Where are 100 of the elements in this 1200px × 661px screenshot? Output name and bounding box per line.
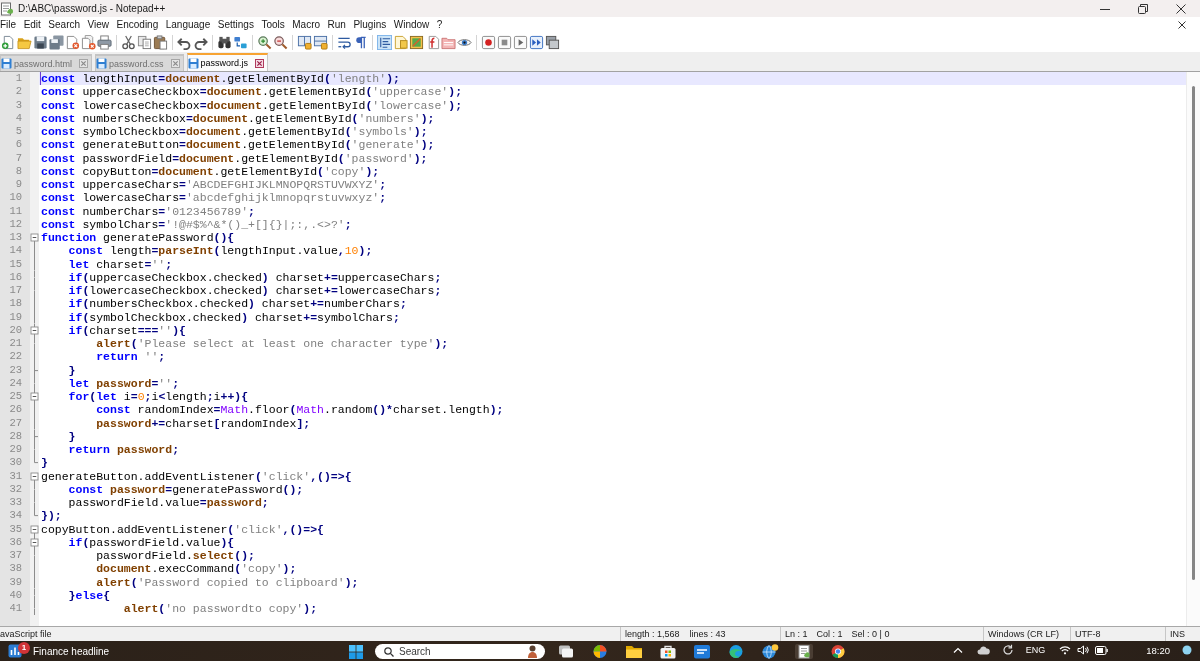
four-squares-icon[interactable] (349, 644, 363, 659)
code-line: if(symbolCheckbox.checked) charset+=symbolChars; (67, 310, 400, 324)
tab[interactable]: password.css (95, 54, 184, 71)
scissors-icon[interactable] (121, 35, 136, 50)
menu-item[interactable]: ? (436, 18, 443, 32)
app-tile-icon[interactable] (693, 644, 711, 659)
code-line: const uppercaseCheckbox=document.getElementById('uppercase'); (40, 85, 463, 99)
menu-item[interactable]: View (87, 18, 110, 32)
wifi-icon[interactable] (1059, 645, 1072, 655)
code-line: const uppercaseChars='ABCDEFGHIJKLMNOPQRSTUVWXYZ'; (40, 178, 387, 192)
close-icon[interactable] (1176, 3, 1186, 14)
line-number: 32 (9, 482, 22, 496)
picture-frame-icon[interactable] (409, 35, 424, 50)
collapse-icon[interactable] (30, 469, 39, 483)
line-number: 28 (9, 429, 22, 443)
binoculars-icon[interactable] (217, 35, 232, 50)
close-icon[interactable] (1178, 21, 1186, 29)
indent-guide-icon[interactable] (377, 35, 392, 50)
menu-item[interactable]: Window (393, 18, 430, 32)
collapse-icon[interactable] (30, 231, 39, 245)
collapse-icon[interactable] (30, 323, 39, 337)
file-close-icon[interactable] (65, 35, 80, 50)
zoom-out-icon[interactable] (273, 35, 288, 50)
copy-icon[interactable] (137, 35, 152, 50)
line-number: 30 (9, 456, 22, 470)
line-number: 4 (15, 111, 22, 125)
menu-item[interactable]: Language (165, 18, 211, 32)
line-number: 18 (9, 297, 22, 311)
line-number: 13 (9, 231, 22, 245)
menu-item[interactable]: Encoding (116, 18, 159, 32)
ring-browser-icon[interactable] (829, 644, 847, 659)
round-badge-icon[interactable] (1182, 645, 1192, 655)
menu-item[interactable]: Settings (217, 18, 254, 32)
code-line: const symbolChars='!@#$%^&*()_+[]{}|;:,.<>?'; (40, 217, 352, 231)
menu-item[interactable]: Macro (292, 18, 321, 32)
code-line: } (67, 429, 76, 443)
zoom-in-icon[interactable] (257, 35, 272, 50)
battery-icon[interactable] (1095, 645, 1109, 655)
play-icon[interactable] (513, 35, 528, 50)
colorful-swirl-icon[interactable] (591, 644, 609, 659)
clipboard-icon[interactable] (153, 35, 168, 50)
code-line: passwordField.value=password; (67, 496, 269, 510)
scrollbar-track[interactable] (1186, 72, 1200, 626)
tab[interactable]: password.html (0, 54, 93, 71)
menu-item[interactable]: Plugins (353, 18, 387, 32)
menu-item[interactable]: File (0, 18, 17, 32)
folder-icon[interactable] (625, 644, 643, 659)
collapse-icon[interactable] (30, 390, 39, 404)
split-horizontal-icon[interactable] (313, 35, 328, 50)
collapse-icon[interactable] (30, 522, 39, 536)
code-line: if(uppercaseCheckbox.checked) charset+=uppercaseChars; (67, 270, 442, 284)
code-line: alert('Password copied to clipboard'); (95, 575, 359, 589)
chevron-up-icon[interactable] (952, 646, 963, 654)
speaker-icon[interactable] (1077, 645, 1090, 655)
tab[interactable]: password.js (186, 53, 269, 71)
floppy-disks-icon[interactable] (49, 35, 64, 50)
menu-item[interactable]: Search (48, 18, 81, 32)
document-map-icon[interactable] (393, 35, 408, 50)
globe-badge-icon[interactable] (761, 644, 779, 659)
code-line: alert('Please select at least one character type'); (95, 337, 449, 351)
files-close-icon[interactable] (81, 35, 96, 50)
restore-icon[interactable] (1138, 3, 1148, 14)
replace-icon[interactable] (233, 35, 248, 50)
fast-forward-icon[interactable] (529, 35, 544, 50)
shopping-bag-icon[interactable] (659, 644, 677, 659)
menu-item[interactable]: Tools (261, 18, 285, 32)
cloud-icon[interactable] (976, 645, 990, 655)
notepad-icon[interactable] (795, 644, 813, 659)
wave-browser-icon[interactable] (727, 644, 745, 659)
menu-item[interactable]: Run (327, 18, 346, 32)
printer-icon[interactable] (97, 35, 112, 50)
scrollbar-thumb[interactable] (1192, 86, 1195, 580)
news-headline[interactable]: Finance headline (33, 645, 110, 657)
search-field[interactable]: Search (375, 644, 545, 659)
document-length: length : 1,568 (625, 629, 680, 639)
stop-icon[interactable] (497, 35, 512, 50)
split-vertical-icon[interactable] (297, 35, 312, 50)
line-number: 40 (9, 588, 22, 602)
pilcrow-icon[interactable] (353, 35, 368, 50)
clock-time[interactable]: 18:20 (1146, 644, 1170, 656)
tab-close-icon[interactable] (255, 58, 265, 68)
code-line: copyButton.addEventListener('click',()=>{ (40, 522, 324, 536)
stacked-windows-icon[interactable] (545, 35, 560, 50)
code-line: const generateButton=document.getElementById('generate'); (40, 138, 435, 152)
overlapping-windows-icon[interactable] (557, 644, 575, 659)
line-ending: Windows (CR LF) (988, 629, 1059, 639)
sync-icon[interactable] (1001, 644, 1014, 656)
word-wrap-icon[interactable] (337, 35, 352, 50)
line-number: 21 (9, 337, 22, 351)
new-file-icon[interactable] (1, 35, 16, 50)
cursor-line: Ln : 1 (785, 629, 808, 639)
line-number: 34 (9, 509, 22, 523)
chart-icon[interactable] (8, 644, 22, 658)
collapse-icon[interactable] (30, 535, 39, 549)
code-line: }else{ (67, 588, 111, 602)
line-number: 9 (15, 178, 22, 192)
record-icon[interactable] (481, 35, 496, 50)
menu-item[interactable]: Edit (23, 18, 41, 32)
code-line: if(passwordField.value){ (67, 535, 235, 549)
input-language[interactable]: ENG (1025, 645, 1046, 655)
